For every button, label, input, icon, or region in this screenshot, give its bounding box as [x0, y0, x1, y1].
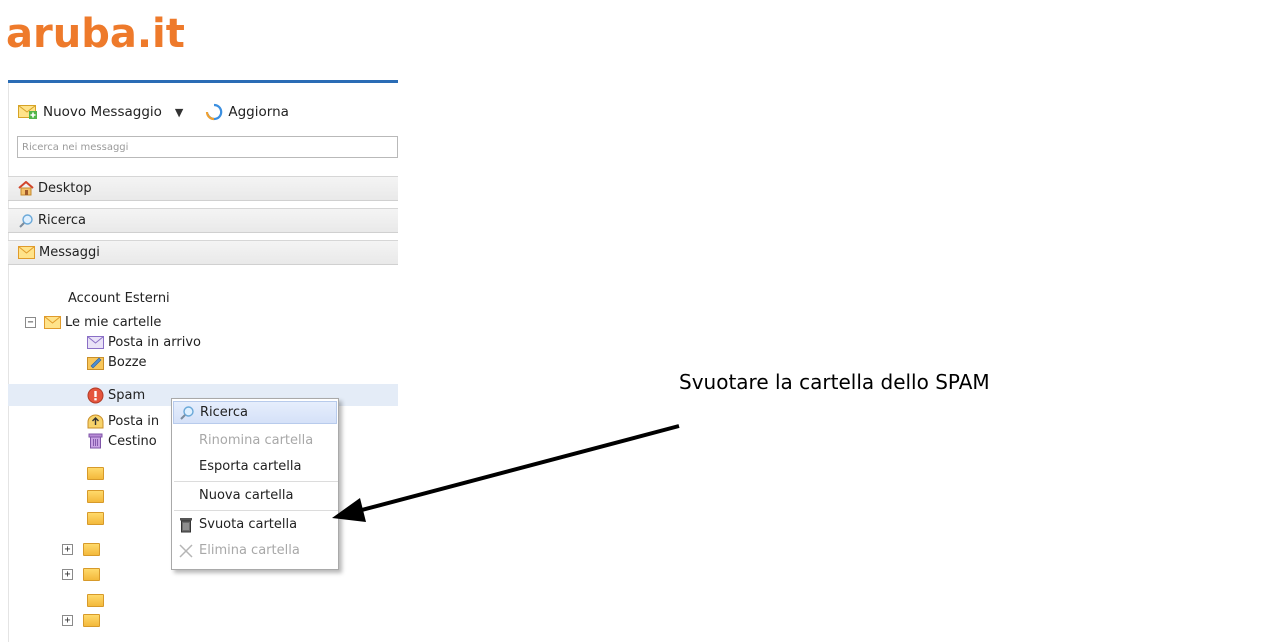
annotation-arrow: [332, 424, 680, 522]
